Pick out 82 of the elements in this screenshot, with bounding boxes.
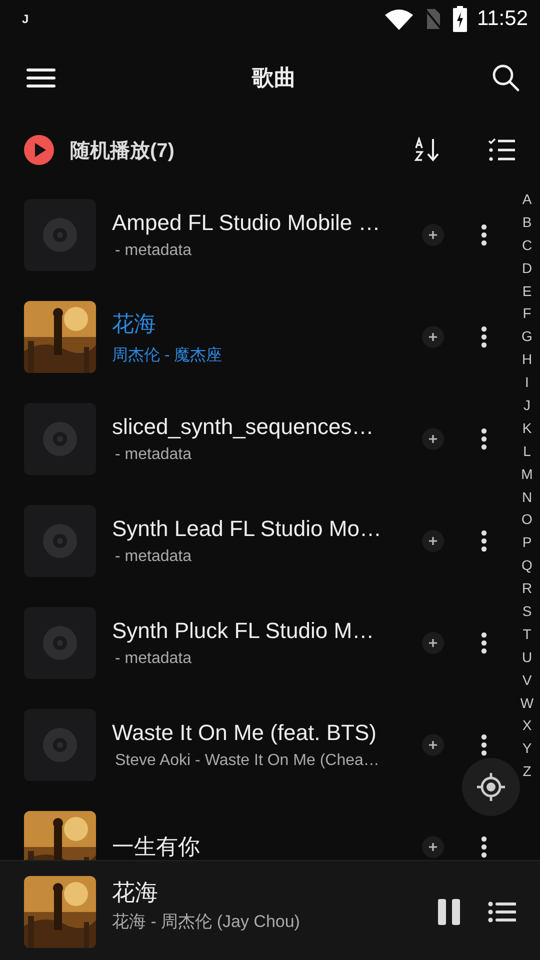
more-button[interactable] xyxy=(481,836,487,858)
song-title: 一生有你 xyxy=(112,833,201,860)
play-icon[interactable] xyxy=(24,135,54,165)
song-subtitle: 周杰伦 - 魔杰座 xyxy=(112,346,224,366)
add-button[interactable] xyxy=(422,428,444,450)
queue-button[interactable] xyxy=(488,901,516,923)
song-subtitle: - metadata xyxy=(114,548,192,566)
add-button[interactable] xyxy=(422,734,444,756)
song-row[interactable]: Synth Lead FL Studio Mo… - metadata xyxy=(0,490,514,592)
locate-icon xyxy=(477,773,505,801)
add-button[interactable] xyxy=(422,224,444,246)
plus-icon xyxy=(428,638,438,648)
add-button[interactable] xyxy=(422,530,444,552)
plus-icon xyxy=(428,842,438,852)
more-button[interactable] xyxy=(481,224,487,246)
index-letter[interactable]: R xyxy=(522,577,532,600)
song-row[interactable]: Amped FL Studio Mobile … - metadata xyxy=(0,184,514,286)
song-row[interactable]: Synth Pluck FL Studio M… - metadata xyxy=(0,592,514,694)
index-letter[interactable]: A xyxy=(522,188,532,211)
index-letter[interactable]: B xyxy=(522,210,532,234)
checklist-button[interactable] xyxy=(488,138,516,162)
index-letter[interactable]: P xyxy=(522,531,532,554)
song-subtitle: - metadata xyxy=(114,650,192,668)
index-letter[interactable]: C xyxy=(522,234,532,257)
index-letter[interactable]: F xyxy=(522,302,532,326)
song-subtitle: Steve Aoki - Waste It On Me (Chea… xyxy=(114,752,380,770)
index-letter[interactable]: Y xyxy=(522,737,532,760)
song-title: sliced_synth_sequences… xyxy=(112,414,375,440)
battery-charging-icon xyxy=(453,6,467,32)
index-letter[interactable]: Z xyxy=(522,760,532,784)
plus-icon xyxy=(428,230,438,240)
clock: 11:52 xyxy=(477,7,528,31)
add-button[interactable] xyxy=(422,632,444,654)
index-letter[interactable]: V xyxy=(522,668,532,692)
index-letter[interactable]: M xyxy=(521,462,533,486)
song-subtitle: - metadata xyxy=(114,242,192,260)
index-letter[interactable]: I xyxy=(525,371,529,394)
add-button[interactable] xyxy=(422,326,444,348)
plus-icon xyxy=(428,536,438,546)
now-playing-subtitle: 花海 - 周杰伦 (Jay Chou) xyxy=(112,911,301,933)
index-letter[interactable]: H xyxy=(522,348,532,372)
index-letter[interactable]: G xyxy=(522,325,532,348)
index-letter[interactable]: W xyxy=(520,692,534,714)
more-button[interactable] xyxy=(481,428,487,450)
pause-button[interactable] xyxy=(438,899,460,925)
index-letter[interactable]: J xyxy=(524,394,530,417)
wifi-icon xyxy=(385,8,413,30)
index-letter[interactable]: O xyxy=(522,508,532,532)
index-letter[interactable]: T xyxy=(522,622,532,646)
plus-icon xyxy=(428,434,438,444)
index-letter[interactable]: L xyxy=(523,440,531,463)
index-letter[interactable]: D xyxy=(522,256,532,280)
index-letter[interactable]: Q xyxy=(522,554,532,578)
song-title: 花海 xyxy=(112,310,157,338)
index-letter[interactable]: E xyxy=(522,280,532,302)
song-row[interactable]: Waste It On Me (feat. BTS) Steve Aoki - Waste It On Me (Chea… xyxy=(0,694,514,796)
screen-title: 歌曲 xyxy=(250,64,297,92)
song-title: Waste It On Me (feat. BTS) xyxy=(112,720,378,746)
menu-button[interactable] xyxy=(26,67,56,89)
index-letter[interactable]: S xyxy=(522,600,532,623)
more-button[interactable] xyxy=(481,326,487,348)
index-letter[interactable]: K xyxy=(522,416,532,440)
add-button[interactable] xyxy=(422,836,444,858)
player-bar[interactable]: 花海 花海 - 周杰伦 (Jay Chou) xyxy=(0,860,540,960)
more-button[interactable] xyxy=(481,734,487,756)
now-playing-title: 花海 xyxy=(112,878,159,907)
song-title: Synth Pluck FL Studio M… xyxy=(112,618,376,644)
song-row[interactable]: 花海 周杰伦 - 魔杰座 xyxy=(0,286,514,388)
song-title: Synth Lead FL Studio Mo… xyxy=(112,516,382,542)
shuffle-play-label[interactable]: 随机播放(7) xyxy=(70,136,398,164)
song-subtitle: - metadata xyxy=(114,446,192,464)
search-button[interactable] xyxy=(492,64,520,92)
plus-icon xyxy=(428,332,438,342)
plus-icon xyxy=(428,740,438,750)
index-letter[interactable]: N xyxy=(522,486,532,508)
index-letter[interactable]: X xyxy=(522,714,532,738)
song-title: Amped FL Studio Mobile … xyxy=(112,210,382,236)
song-row[interactable]: sliced_synth_sequences… - metadata xyxy=(0,388,514,490)
more-button[interactable] xyxy=(481,632,487,654)
index-letter[interactable]: U xyxy=(522,646,532,669)
notification-icon: J xyxy=(22,12,375,26)
more-button[interactable] xyxy=(481,530,487,552)
